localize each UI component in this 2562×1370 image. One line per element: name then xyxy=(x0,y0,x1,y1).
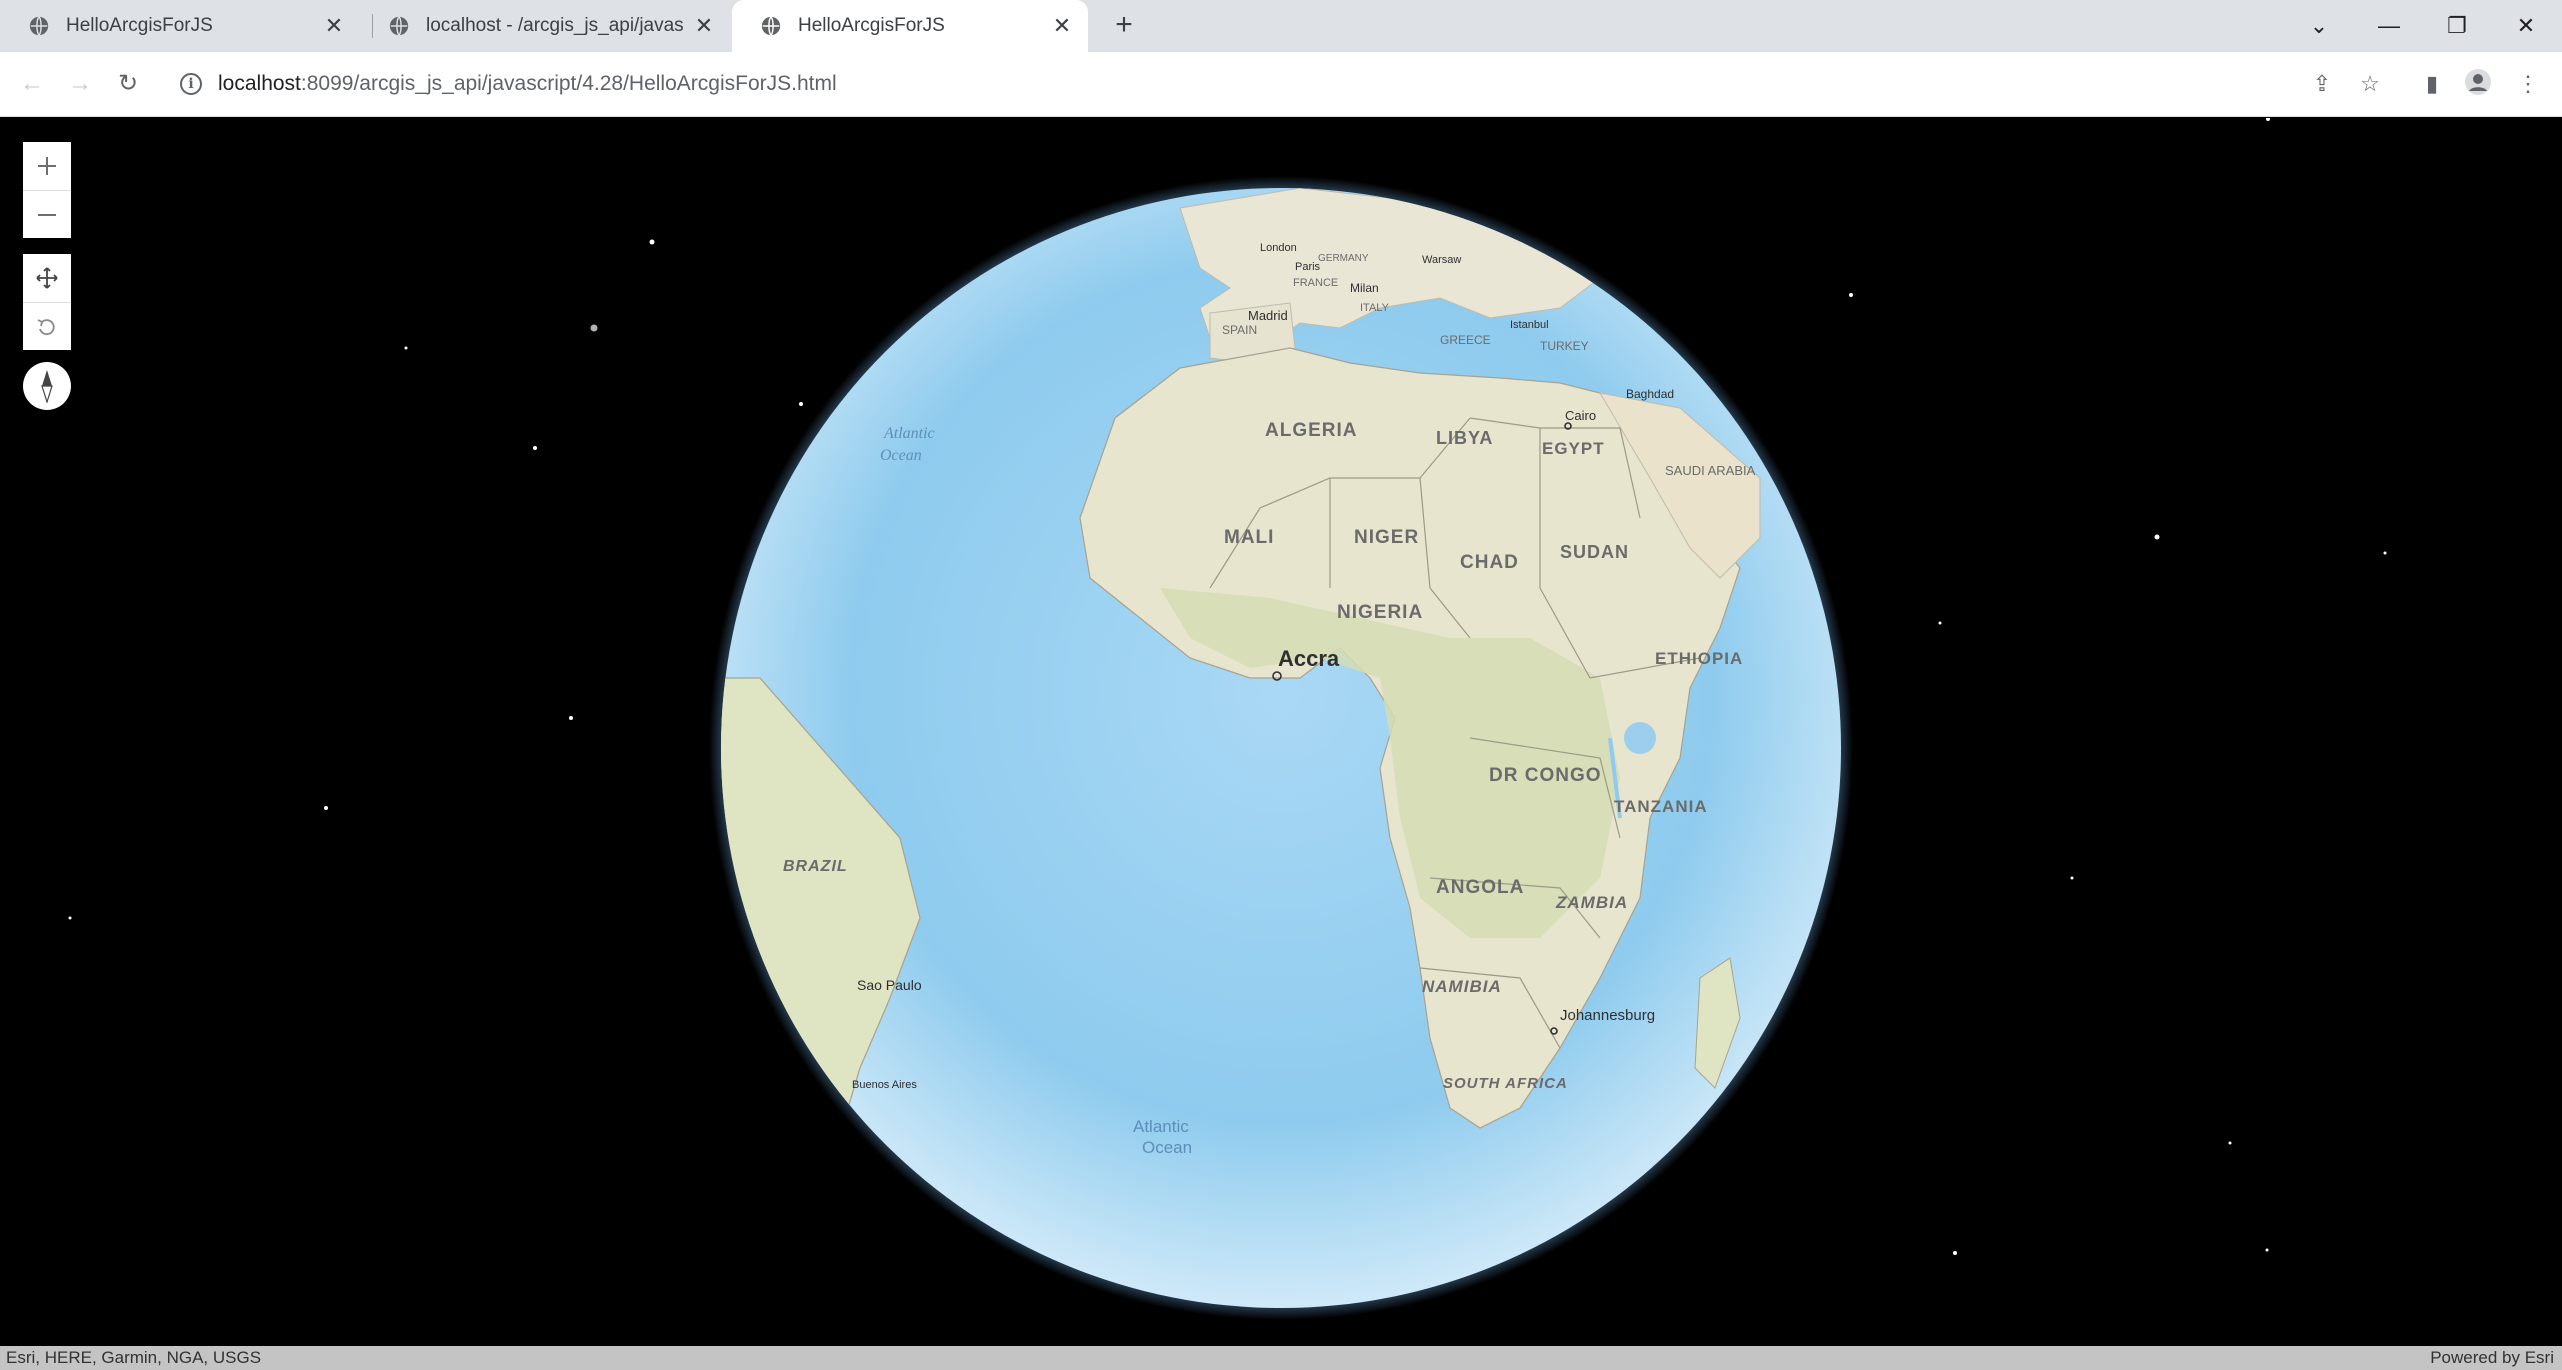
label-france: FRANCE xyxy=(1293,277,1338,289)
pan-mode-button[interactable] xyxy=(23,254,71,302)
label-angola: ANGOLA xyxy=(1436,877,1524,898)
back-button[interactable]: ← xyxy=(16,68,48,100)
label-atlantic-south-1: Atlantic xyxy=(1133,1117,1189,1136)
tab-2[interactable]: localhost - /arcgis_js_api/javas ✕ xyxy=(360,0,730,52)
globe-scene[interactable]: ALGERIA LIBYA EGYPT MALI NIGER CHAD SUDA… xyxy=(0,118,2562,1346)
label-atlantic-north-2: Ocean xyxy=(880,447,922,464)
browser-toolbar: ← → ↻ i localhost:8099/arcgis_js_api/jav… xyxy=(0,52,2562,117)
restore-button[interactable]: ❐ xyxy=(2433,8,2481,44)
tab-title: localhost - /arcgis_js_api/javas xyxy=(426,15,684,36)
rotate-mode-button[interactable] xyxy=(23,302,71,350)
label-germany: GERMANY xyxy=(1318,253,1369,264)
label-turkey: TURKEY xyxy=(1540,339,1589,353)
powered-by-esri-link[interactable]: Powered by Esri xyxy=(2430,1346,2554,1370)
attribution-text: Esri, HERE, Garmin, NGA, USGS xyxy=(6,1348,262,1367)
label-atlantic-north-1: Atlantic xyxy=(883,425,935,442)
close-tab-icon[interactable]: ✕ xyxy=(692,14,716,38)
pan-arrows-icon xyxy=(36,267,58,289)
label-chad: CHAD xyxy=(1460,552,1519,573)
label-baghdad: Baghdad xyxy=(1626,387,1674,401)
label-milan: Milan xyxy=(1350,281,1379,295)
side-panel-icon[interactable]: ▮ xyxy=(2416,68,2448,100)
label-spain: SPAIN xyxy=(1222,323,1257,337)
url-text: localhost:8099/arcgis_js_api/javascript/… xyxy=(218,72,837,95)
bookmark-star-icon[interactable]: ☆ xyxy=(2354,68,2386,100)
label-brazil: BRAZIL xyxy=(783,858,848,875)
label-istanbul: Istanbul xyxy=(1510,319,1549,331)
close-tab-icon[interactable]: ✕ xyxy=(1050,14,1074,38)
label-nigeria: NIGERIA xyxy=(1337,602,1423,623)
label-zambia: ZAMBIA xyxy=(1555,893,1628,912)
tab-strip: HelloArcgisForJS ✕ localhost - /arcgis_j… xyxy=(0,0,2562,52)
label-johannesburg: Johannesburg xyxy=(1560,1007,1655,1024)
label-paris: Paris xyxy=(1295,261,1321,273)
label-mali: MALI xyxy=(1224,527,1274,548)
address-bar[interactable]: i localhost:8099/arcgis_js_api/javascrip… xyxy=(164,62,2384,106)
label-greece: GREECE xyxy=(1440,333,1491,347)
label-algeria: ALGERIA xyxy=(1265,420,1358,441)
label-london: London xyxy=(1260,242,1297,254)
tab-1[interactable]: HelloArcgisForJS ✕ xyxy=(0,0,360,52)
globe-icon xyxy=(29,16,49,36)
close-window-button[interactable]: ✕ xyxy=(2502,8,2550,44)
close-tab-icon[interactable]: ✕ xyxy=(322,14,346,38)
label-madrid: Madrid xyxy=(1248,308,1288,323)
label-sudan: SUDAN xyxy=(1560,542,1629,562)
label-libya: LIBYA xyxy=(1436,428,1493,448)
reload-button[interactable]: ↻ xyxy=(112,68,144,100)
label-niger: NIGER xyxy=(1354,527,1419,548)
map-view[interactable]: ALGERIA LIBYA EGYPT MALI NIGER CHAD SUDA… xyxy=(0,118,2562,1346)
label-atlantic-south-2: Ocean xyxy=(1142,1138,1192,1157)
plus-icon xyxy=(38,157,56,175)
tab-search-icon[interactable]: ⌄ xyxy=(2295,8,2343,44)
label-namibia: NAMIBIA xyxy=(1422,977,1502,996)
navigation-toggle xyxy=(23,254,71,350)
share-icon[interactable]: ⇪ xyxy=(2306,68,2338,100)
new-tab-button[interactable]: + xyxy=(1108,10,1140,42)
site-info-icon[interactable]: i xyxy=(180,73,202,95)
zoom-in-button[interactable] xyxy=(23,142,71,190)
tab-title: HelloArcgisForJS xyxy=(798,15,945,36)
globe-icon xyxy=(389,16,409,36)
menu-kebab-icon[interactable]: ⋮ xyxy=(2512,68,2544,100)
tab-title: HelloArcgisForJS xyxy=(66,15,213,36)
label-egypt: EGYPT xyxy=(1542,439,1605,458)
globe-icon xyxy=(761,16,781,36)
label-tanzania: TANZANIA xyxy=(1614,797,1708,816)
tab-3-active[interactable]: HelloArcgisForJS ✕ xyxy=(732,0,1088,52)
label-sao-paulo: Sao Paulo xyxy=(857,977,922,993)
label-italy: ITALY xyxy=(1360,302,1390,314)
profile-avatar-icon[interactable] xyxy=(2462,68,2494,100)
label-dr-congo: DR CONGO xyxy=(1489,765,1602,786)
zoom-control xyxy=(23,142,71,238)
rotate-icon xyxy=(37,318,55,335)
label-cairo: Cairo xyxy=(1565,408,1596,423)
zoom-out-button[interactable] xyxy=(23,190,71,238)
compass-button[interactable] xyxy=(23,362,71,410)
label-south-africa: SOUTH AFRICA xyxy=(1443,1075,1568,1092)
label-accra: Accra xyxy=(1278,646,1340,671)
map-attribution: Esri, HERE, Garmin, NGA, USGS Powered by… xyxy=(0,1346,2562,1370)
minus-icon xyxy=(38,213,56,216)
compass-needle-icon xyxy=(41,370,53,403)
label-ethiopia: ETHIOPIA xyxy=(1655,649,1743,668)
forward-button[interactable]: → xyxy=(64,68,96,100)
label-buenos-aires: Buenos Aires xyxy=(852,1079,917,1091)
label-warsaw: Warsaw xyxy=(1422,254,1461,266)
label-saudi-arabia: SAUDI ARABIA xyxy=(1665,463,1756,478)
minimize-button[interactable]: — xyxy=(2365,8,2413,44)
